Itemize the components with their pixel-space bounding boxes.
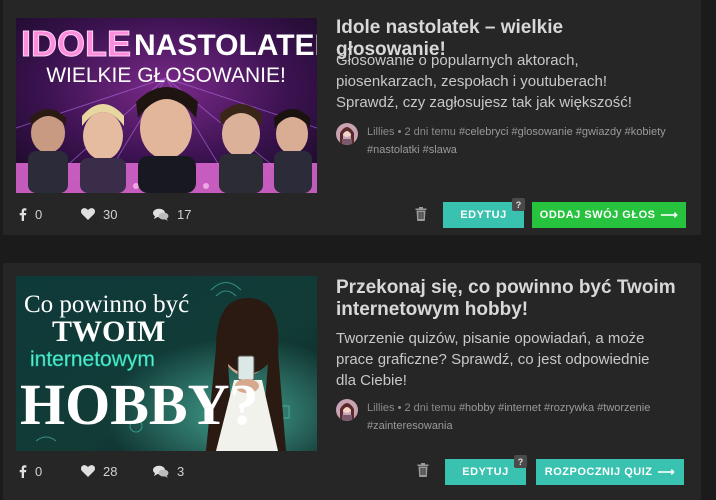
comments-link[interactable]: 17 — [153, 207, 191, 222]
tag-link[interactable]: #glosowanie — [512, 126, 573, 138]
help-badge[interactable]: ? — [512, 198, 525, 211]
start-quiz-button[interactable]: ROZPOCZNIJ QUIZ ⟶ — [536, 459, 684, 485]
share-count: 0 — [35, 463, 43, 479]
facebook-icon — [19, 464, 27, 478]
quiz-meta: Lillies • 2 dni temu #celebryci #glosowa… — [336, 123, 686, 159]
tag-link[interactable]: #slawa — [423, 144, 457, 156]
tag-link[interactable]: #internet — [498, 402, 541, 414]
share-count: 0 — [35, 206, 43, 222]
svg-text:HOBBY?: HOBBY? — [20, 372, 259, 437]
meta-separator: • — [397, 402, 402, 414]
tag-link[interactable]: #zainteresowania — [367, 420, 453, 432]
quiz-card: IDOLE NASTOLATEK WIELKIE GŁOSOWANIE! Ido… — [3, 0, 701, 235]
share-facebook[interactable]: 0 — [19, 464, 81, 479]
post-time: 2 dni temu — [404, 126, 456, 138]
svg-text:IDOLE: IDOLE — [21, 23, 131, 64]
quiz-stats: 0 30 17 — [19, 204, 191, 224]
quiz-thumbnail[interactable]: Co powinno być TWOIM internetowym HOBBY? — [16, 276, 317, 451]
post-time: 2 dni temu — [404, 402, 456, 414]
tag-link[interactable]: #rozrywka — [544, 402, 594, 414]
thumbnail-image: Co powinno być TWOIM internetowym HOBBY? — [16, 276, 317, 451]
arrow-right-icon: ⟶ — [657, 465, 676, 479]
tag-link[interactable]: #celebryci — [459, 126, 509, 138]
author-avatar[interactable] — [336, 123, 358, 145]
quiz-title[interactable]: Przekonaj się, co powinno być Twoim inte… — [336, 277, 676, 321]
svg-text:NASTOLATEK: NASTOLATEK — [134, 29, 317, 62]
heart-icon — [81, 208, 95, 220]
author-name[interactable]: Lillies — [367, 126, 395, 138]
arrow-right-icon: ⟶ — [660, 208, 679, 222]
tag-link[interactable]: #tworzenie — [597, 402, 650, 414]
svg-text:TWOIM: TWOIM — [52, 315, 165, 348]
author-avatar[interactable] — [336, 399, 358, 421]
quiz-description: Głosowanie o popularnych aktorach, piose… — [336, 52, 632, 111]
trash-icon[interactable] — [415, 207, 427, 221]
like-button[interactable]: 28 — [81, 464, 153, 479]
comments-icon — [153, 208, 169, 221]
share-facebook[interactable]: 0 — [19, 207, 81, 222]
quiz-thumbnail[interactable]: IDOLE NASTOLATEK WIELKIE GŁOSOWANIE! — [16, 18, 317, 193]
like-count: 28 — [103, 463, 118, 479]
comment-count: 3 — [177, 463, 185, 479]
quiz-card: Co powinno być TWOIM internetowym HOBBY?… — [3, 263, 701, 500]
tag-link[interactable]: #hobby — [459, 402, 495, 414]
vote-button-label: ODDAJ SWÓJ GŁOS — [539, 209, 656, 221]
heart-icon — [81, 465, 95, 477]
meta-separator: • — [397, 126, 402, 138]
comments-link[interactable]: 3 — [153, 464, 184, 479]
help-badge[interactable]: ? — [514, 455, 527, 468]
start-quiz-button-label: ROZPOCZNIJ QUIZ — [544, 466, 653, 478]
tag-link[interactable]: #nastolatki — [367, 144, 420, 156]
tag-link[interactable]: #gwiazdy — [576, 126, 622, 138]
svg-text:internetowym: internetowym — [30, 348, 155, 371]
tag-link[interactable]: #kobiety — [625, 126, 666, 138]
svg-text:Co powinno być: Co powinno być — [24, 291, 189, 318]
svg-text:WIELKIE GŁOSOWANIE!: WIELKIE GŁOSOWANIE! — [46, 64, 286, 87]
quiz-description: Tworzenie quizów, pisanie opowiadań, a m… — [336, 330, 650, 389]
thumbnail-image: IDOLE NASTOLATEK WIELKIE GŁOSOWANIE! — [16, 18, 317, 193]
comment-count: 17 — [177, 206, 192, 222]
facebook-icon — [19, 207, 27, 221]
quiz-meta: Lillies • 2 dni temu #hobby #internet #r… — [336, 399, 686, 435]
author-name[interactable]: Lillies — [367, 402, 395, 414]
like-count: 30 — [103, 206, 118, 222]
vote-button[interactable]: ODDAJ SWÓJ GŁOS ⟶ — [532, 202, 686, 228]
trash-icon[interactable] — [417, 463, 429, 477]
like-button[interactable]: 30 — [81, 207, 153, 222]
comments-icon — [153, 465, 169, 478]
quiz-stats: 0 28 3 — [19, 461, 184, 481]
